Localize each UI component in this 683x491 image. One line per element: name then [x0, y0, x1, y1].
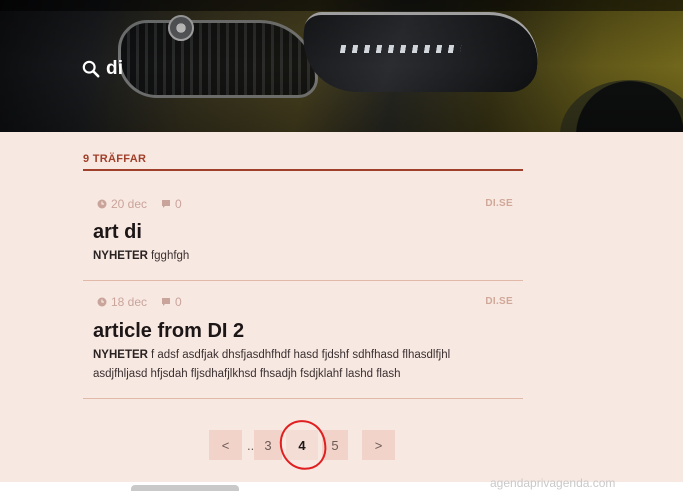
excerpt-text: fgghfgh [150, 250, 190, 262]
source-label: DI.SE [485, 198, 513, 209]
result-excerpt: NYHETER fgghfgh [93, 247, 493, 266]
post-meta: 18 dec 0 [97, 295, 182, 309]
comment-icon [162, 200, 171, 208]
search-input[interactable]: di [106, 58, 123, 80]
category-label[interactable]: NYHETER [93, 349, 148, 361]
next-page-button[interactable]: > [362, 430, 395, 460]
page-4-button-current[interactable]: 4 [286, 430, 318, 460]
list-item[interactable]: 18 dec 0 DI.SE article from DI 2 NYHETER… [83, 281, 523, 399]
comment-count: 0 [175, 197, 182, 211]
search-bar[interactable]: di [82, 56, 123, 82]
page-3-button[interactable]: 3 [254, 430, 282, 460]
footer-bar: agendaprivagenda.com [0, 476, 683, 491]
search-icon[interactable] [82, 60, 100, 78]
comment-icon [162, 298, 171, 306]
result-title[interactable]: article from DI 2 [93, 320, 244, 343]
clock-icon [97, 297, 107, 307]
prev-page-button[interactable]: < [209, 430, 242, 460]
post-date: 20 dec [111, 197, 148, 211]
source-label: DI.SE [485, 296, 513, 307]
list-item[interactable]: 20 dec 0 DI.SE art di NYHETER fgghfgh [83, 171, 523, 281]
page-5-button[interactable]: 5 [322, 430, 348, 460]
hero-banner: di [0, 0, 683, 132]
comment-count: 0 [175, 295, 182, 309]
result-count: 9 TRÄFFAR [83, 148, 523, 171]
post-date: 18 dec [111, 295, 148, 309]
footer-text: agendaprivagenda.com [490, 476, 616, 490]
post-meta: 20 dec 0 [97, 197, 182, 211]
clock-icon [97, 199, 107, 209]
footer-tab[interactable] [131, 485, 239, 491]
result-excerpt: NYHETER f adsf asdfjak dhsfjasdhfhdf hasd… [93, 346, 493, 384]
search-results: 9 TRÄFFAR 20 dec 0 DI.SE art di NYHETER f… [83, 148, 523, 399]
result-title[interactable]: art di [93, 221, 142, 244]
category-label[interactable]: NYHETER [93, 250, 148, 262]
